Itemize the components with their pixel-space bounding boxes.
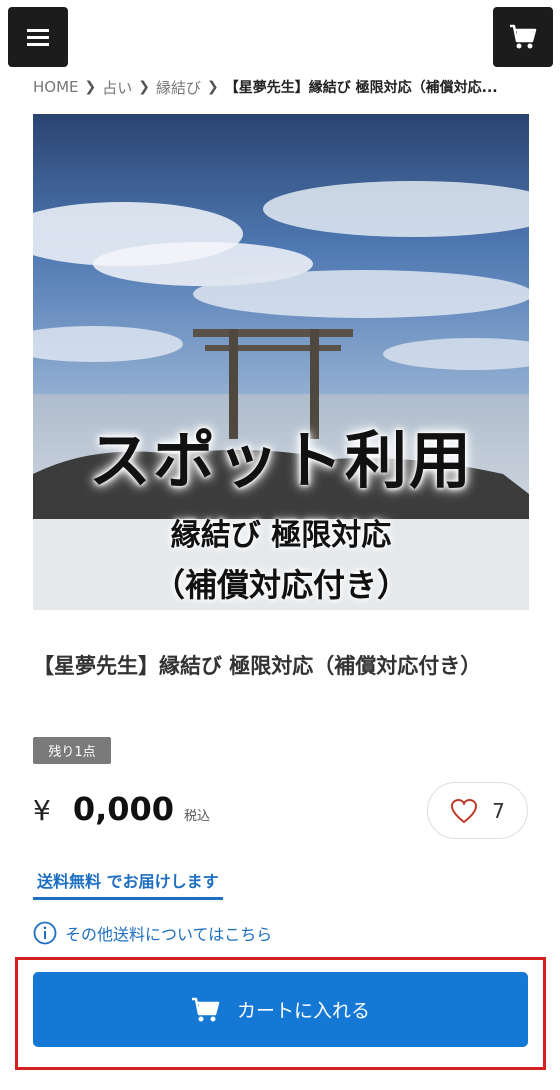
hero-subtitle-note: （補償対応付き） [152, 566, 409, 604]
heart-icon [451, 798, 478, 823]
hero-title: スポット利用 [88, 424, 473, 497]
cart-icon [510, 24, 537, 49]
other-shipping-link[interactable]: その他送料についてはこちら [33, 920, 272, 946]
breadcrumb: HOME ❯ 占い ❯ 縁結び ❯ 【星夢先生】縁結び 極限対応（補償対応... [33, 76, 533, 98]
price-value: 0,000 [72, 790, 175, 828]
breadcrumb-fortune[interactable]: 占い [102, 77, 132, 98]
other-shipping-text: その他送料についてはこちら [65, 925, 273, 944]
like-button[interactable]: 7 [427, 782, 528, 839]
currency-symbol: ¥ [33, 794, 51, 827]
breadcrumb-home[interactable]: HOME [33, 78, 79, 96]
menu-button[interactable] [8, 7, 68, 67]
free-shipping-text: でお届けします [101, 872, 219, 891]
add-to-cart-label: カートに入れる [236, 1000, 370, 1022]
breadcrumb-enmusubi[interactable]: 縁結び [156, 77, 201, 98]
product-image[interactable]: スポット利用 縁結び 極限対応 （補償対応付き） [33, 114, 529, 610]
hero-subtitle: 縁結び 極限対応 [170, 518, 392, 553]
free-shipping-label: 送料無料 でお届けします [33, 868, 223, 900]
cart-icon [191, 997, 220, 1021]
breadcrumb-current: 【星夢先生】縁結び 極限対応（補償対応... [224, 80, 498, 96]
hamburger-icon [27, 29, 49, 46]
price-row: ¥ 0,000 税込 [33, 790, 210, 834]
chevron-right-icon: ❯ [84, 79, 97, 95]
product-title: 【星夢先生】縁結び 極限対応（補償対応付き） [33, 654, 482, 678]
chevron-right-icon: ❯ [138, 79, 150, 95]
add-to-cart-button[interactable]: カートに入れる [33, 972, 528, 1047]
chevron-right-icon: ❯ [207, 79, 219, 95]
stock-badge: 残り1点 [33, 737, 111, 764]
info-icon [33, 921, 57, 945]
header-cart-button[interactable] [493, 7, 553, 67]
like-count: 7 [492, 798, 505, 823]
free-shipping-emphasis: 送料無料 [37, 872, 102, 891]
tax-label: 税込 [184, 809, 211, 824]
